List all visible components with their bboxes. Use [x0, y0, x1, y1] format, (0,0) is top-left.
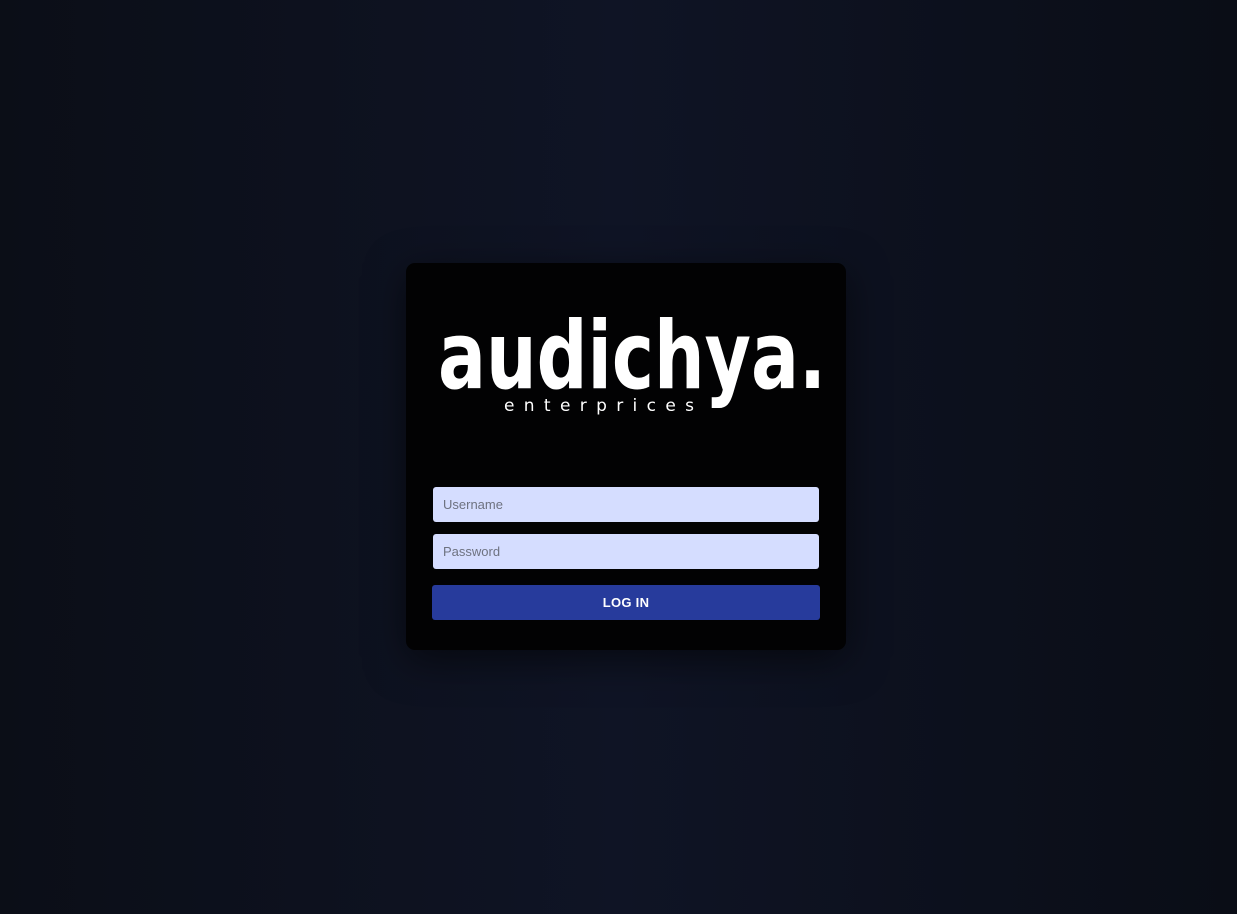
brand-logo-wordmark: audichya.	[438, 303, 826, 411]
password-input[interactable]	[433, 534, 819, 569]
login-button[interactable]: LOG IN	[432, 585, 820, 620]
brand-logo: audichya. enterprices	[438, 303, 832, 418]
brand-logo-tagline: enterprices	[504, 396, 694, 416]
login-card: audichya. enterprices LOG IN	[406, 263, 846, 650]
username-input[interactable]	[433, 487, 819, 522]
